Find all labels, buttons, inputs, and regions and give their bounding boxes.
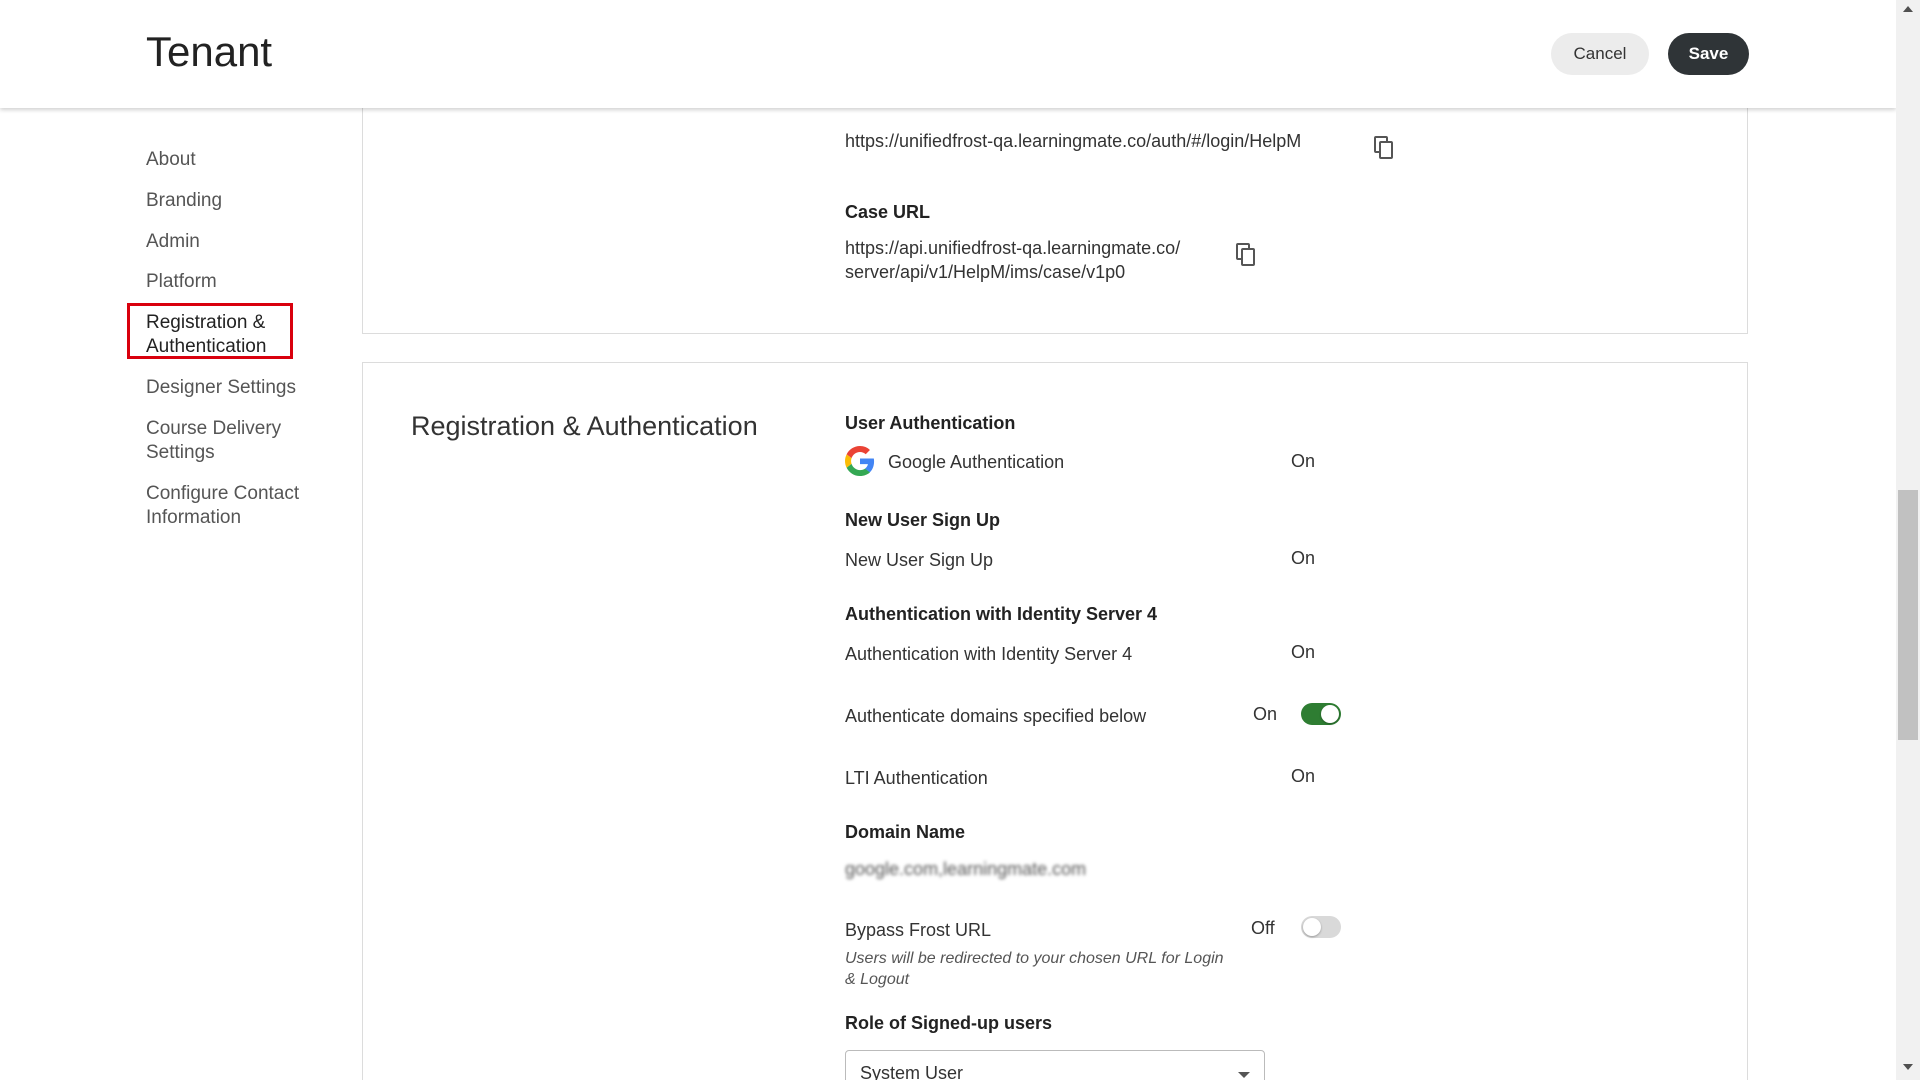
toggle-knob xyxy=(1303,918,1321,936)
identity-server-heading: Authentication with Identity Server 4 xyxy=(845,604,1158,624)
toggle-knob xyxy=(1321,705,1339,723)
google-icon xyxy=(845,446,875,476)
scrollbar-thumb[interactable] xyxy=(1898,490,1918,740)
page-title: Tenant xyxy=(146,28,273,75)
lti-auth-state: On xyxy=(1291,766,1316,786)
new-user-heading: New User Sign Up xyxy=(845,510,1001,530)
domain-name-value: google.com,learningmate.com xyxy=(845,859,1087,879)
copy-icon[interactable] xyxy=(1235,243,1257,267)
bypass-url-label: Bypass Frost URL xyxy=(845,920,992,940)
user-auth-heading: User Authentication xyxy=(845,413,1016,433)
top-header: Tenant Cancel Save xyxy=(0,0,1896,108)
url-value: https://unifiedfrost-qa.learningmate.co/… xyxy=(845,131,1302,151)
bypass-url-hint: Users will be redirected to your chosen … xyxy=(845,950,1224,988)
vertical-scrollbar[interactable] xyxy=(1896,0,1920,1080)
cancel-button[interactable]: Cancel xyxy=(1551,33,1649,75)
sidebar-item-platform[interactable]: Platform xyxy=(146,270,336,294)
copy-icon[interactable] xyxy=(1373,136,1395,160)
role-select-value: System User xyxy=(860,1063,964,1080)
sidebar-item-about[interactable]: About xyxy=(146,148,336,172)
bypass-url-state: Off xyxy=(1251,918,1275,938)
bypass-url-toggle[interactable] xyxy=(1301,916,1341,938)
auth-domains-state: On xyxy=(1253,704,1278,724)
registration-panel: Registration & Authentication User Authe… xyxy=(362,362,1748,1080)
role-select[interactable]: System User xyxy=(845,1050,1265,1080)
case-url-line2: server/api/v1/HelpM/ims/case/v1p0 xyxy=(845,262,1126,282)
role-heading: Role of Signed-up users xyxy=(845,1013,1053,1033)
app-window: Tenant Cancel Save About Branding Admin … xyxy=(0,0,1896,1080)
sidebar-item-admin[interactable]: Admin xyxy=(146,230,336,254)
sidebar-item-designer-settings[interactable]: Designer Settings xyxy=(146,376,336,400)
chevron-down-icon xyxy=(1238,1072,1250,1078)
identity-server-label: Authentication with Identity Server 4 xyxy=(845,644,1133,664)
auth-domains-label: Authenticate domains specified below xyxy=(845,706,1147,726)
google-auth-state: On xyxy=(1291,451,1316,471)
google-auth-label: Google Authentication xyxy=(888,452,1065,472)
case-url-line1: https://api.unifiedfrost-qa.learningmate… xyxy=(845,238,1181,258)
section-title: Registration & Authentication xyxy=(411,411,758,441)
new-user-state: On xyxy=(1291,548,1316,568)
new-user-label: New User Sign Up xyxy=(845,550,994,570)
auth-domains-toggle[interactable] xyxy=(1301,703,1341,725)
save-button[interactable]: Save xyxy=(1668,33,1749,75)
domain-name-heading: Domain Name xyxy=(845,822,966,842)
sidebar-item-configure-contact-information[interactable]: Configure Contact Information xyxy=(146,482,321,530)
sidebar-item-branding[interactable]: Branding xyxy=(146,189,336,213)
case-url-label: Case URL xyxy=(845,202,931,222)
sidebar-item-registration-authentication[interactable]: Registration & Authentication xyxy=(146,311,286,359)
sidebar-nav: About Branding Admin Platform Registrati… xyxy=(0,108,340,1080)
sidebar-item-course-delivery-settings[interactable]: Course Delivery Settings xyxy=(146,417,306,465)
lti-auth-label: LTI Authentication xyxy=(845,768,988,788)
identity-server-state: On xyxy=(1291,642,1316,662)
scroll-up-icon[interactable] xyxy=(1903,6,1913,12)
scroll-down-icon[interactable] xyxy=(1903,1064,1913,1070)
